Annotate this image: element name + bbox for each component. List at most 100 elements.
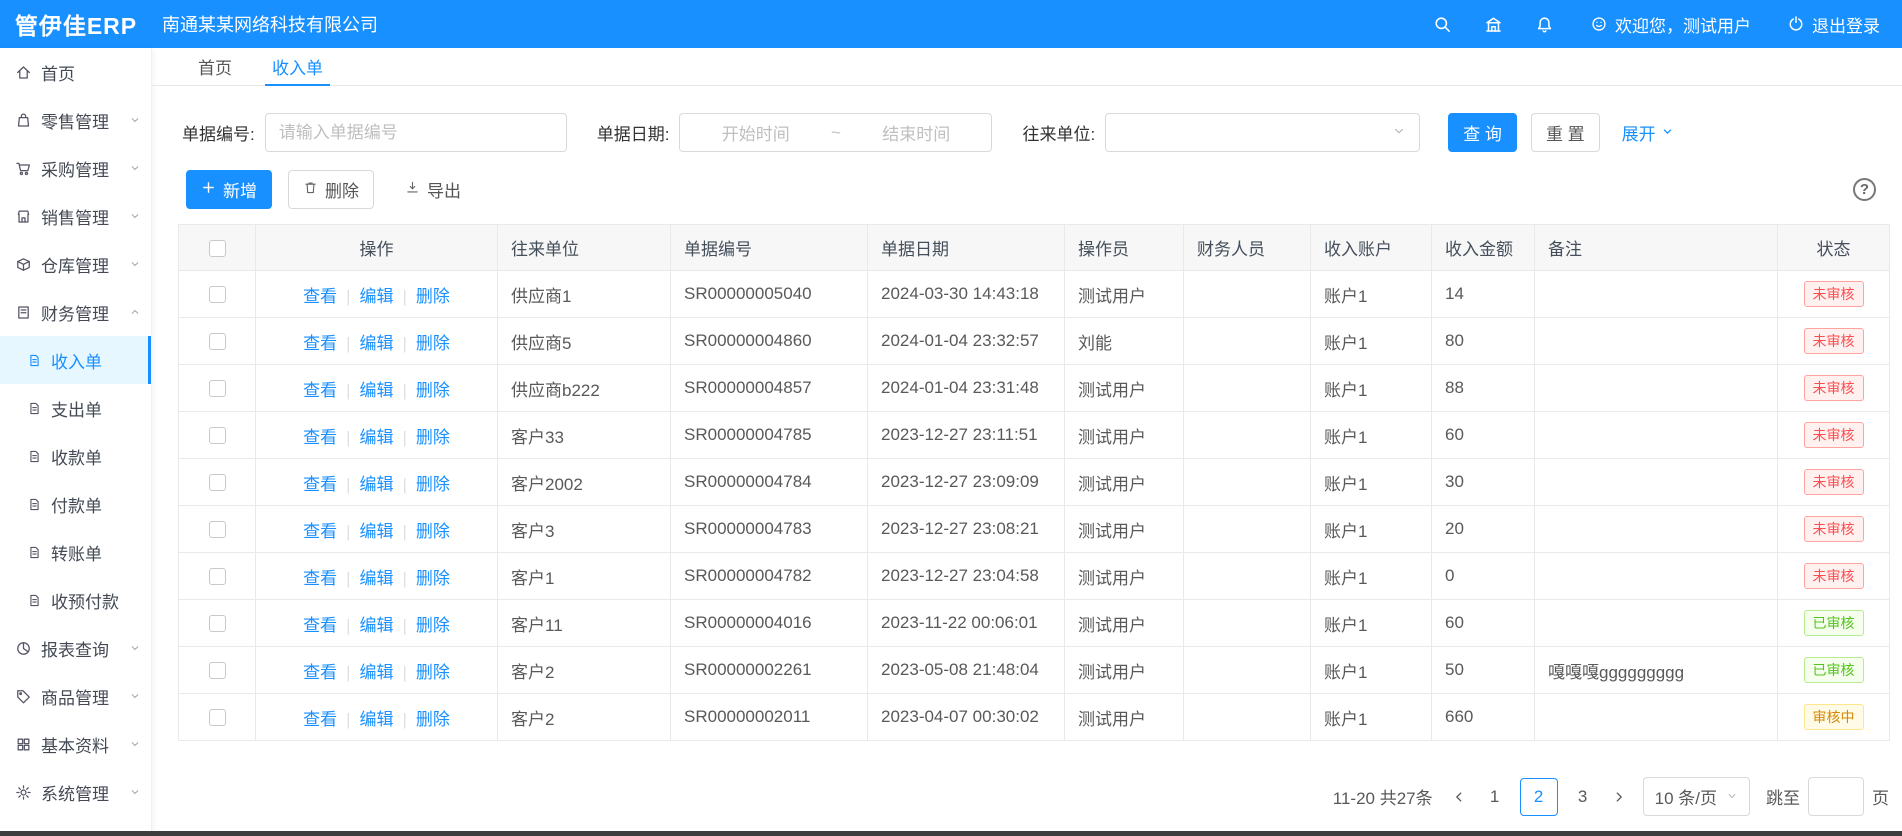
status-badge: 未审核	[1804, 422, 1864, 448]
page-3-button[interactable]: 3	[1564, 778, 1602, 816]
expand-link[interactable]: 展开	[1622, 120, 1674, 145]
view-link[interactable]: 查看	[303, 710, 337, 729]
help-icon[interactable]: ?	[1853, 178, 1876, 201]
row-checkbox[interactable]	[209, 286, 226, 303]
sidebar-item-receipt-bill[interactable]: 收款单	[0, 432, 151, 480]
select-all-checkbox[interactable]	[209, 240, 226, 257]
next-page-button[interactable]	[1605, 778, 1633, 816]
sidebar-item-payment-bill[interactable]: 付款单	[0, 480, 151, 528]
edit-link[interactable]: 编辑	[360, 663, 394, 682]
delete-link[interactable]: 删除	[416, 710, 450, 729]
status-badge: 审核中	[1804, 704, 1864, 730]
bell-icon[interactable]	[1535, 15, 1554, 34]
row-checkbox[interactable]	[209, 568, 226, 585]
tab-income-bill[interactable]: 收入单	[252, 48, 343, 85]
unit-select[interactable]	[1105, 113, 1420, 152]
sidebar-item-expense-bill[interactable]: 支出单	[0, 384, 151, 432]
view-link[interactable]: 查看	[303, 381, 337, 400]
jump-input[interactable]	[1808, 777, 1864, 816]
edit-link[interactable]: 编辑	[360, 522, 394, 541]
edit-link[interactable]: 编辑	[360, 428, 394, 447]
cell-amount: 0	[1432, 553, 1535, 600]
page-size-select[interactable]: 10 条/页	[1643, 777, 1750, 816]
add-button[interactable]: 新增	[186, 170, 272, 209]
delete-link[interactable]: 删除	[416, 663, 450, 682]
row-checkbox[interactable]	[209, 709, 226, 726]
delete-link[interactable]: 删除	[416, 475, 450, 494]
table-row: 查看|编辑|删除 客户2 SR00000002011 2023-04-07 00…	[179, 694, 1890, 741]
row-checkbox[interactable]	[209, 333, 226, 350]
bill-date-range-picker[interactable]: 开始时间 ~ 结束时间	[679, 113, 992, 152]
prev-page-button[interactable]	[1445, 778, 1473, 816]
view-link[interactable]: 查看	[303, 569, 337, 588]
sidebar-item-basic-data[interactable]: 基本资料	[0, 720, 151, 768]
delete-link[interactable]: 删除	[416, 616, 450, 635]
view-link[interactable]: 查看	[303, 663, 337, 682]
row-checkbox[interactable]	[209, 615, 226, 632]
bill-no-label: 单据编号:	[182, 120, 255, 145]
user-menu[interactable]: 欢迎您，测试用户	[1590, 12, 1751, 37]
view-link[interactable]: 查看	[303, 616, 337, 635]
row-checkbox[interactable]	[209, 427, 226, 444]
view-link[interactable]: 查看	[303, 522, 337, 541]
sidebar-item-finance[interactable]: 财务管理	[0, 288, 151, 336]
export-button[interactable]: 导出	[390, 170, 476, 209]
tab-home[interactable]: 首页	[178, 48, 252, 85]
row-checkbox[interactable]	[209, 521, 226, 538]
cell-finance-staff	[1184, 459, 1311, 506]
sidebar-item-sales[interactable]: 销售管理	[0, 192, 151, 240]
delete-link[interactable]: 删除	[416, 381, 450, 400]
view-link[interactable]: 查看	[303, 334, 337, 353]
edit-link[interactable]: 编辑	[360, 475, 394, 494]
view-link[interactable]: 查看	[303, 475, 337, 494]
cell-date: 2024-01-04 23:31:48	[868, 365, 1065, 412]
sidebar-item-home[interactable]: 首页	[0, 48, 151, 96]
search-button[interactable]: 查 询	[1448, 113, 1517, 152]
edit-link[interactable]: 编辑	[360, 287, 394, 306]
search-icon[interactable]	[1433, 15, 1452, 34]
report-icon	[15, 640, 32, 657]
doc-icon	[27, 497, 42, 512]
sidebar-item-purchase[interactable]: 采购管理	[0, 144, 151, 192]
bill-no-input[interactable]	[265, 113, 567, 152]
sidebar-item-retail[interactable]: 零售管理	[0, 96, 151, 144]
edit-link[interactable]: 编辑	[360, 334, 394, 353]
cell-unit: 客户11	[498, 600, 671, 647]
delete-link[interactable]: 删除	[416, 428, 450, 447]
delete-link[interactable]: 删除	[416, 334, 450, 353]
cell-operator: 测试用户	[1065, 600, 1184, 647]
edit-link[interactable]: 编辑	[360, 569, 394, 588]
edit-link[interactable]: 编辑	[360, 616, 394, 635]
view-link[interactable]: 查看	[303, 428, 337, 447]
sidebar-item-report[interactable]: 报表查询	[0, 624, 151, 672]
row-checkbox[interactable]	[209, 380, 226, 397]
delete-link[interactable]: 删除	[416, 569, 450, 588]
sidebar-item-warehouse[interactable]: 仓库管理	[0, 240, 151, 288]
page-2-button[interactable]: 2	[1520, 778, 1558, 816]
pagination-summary: 11-20 共27条	[1333, 784, 1433, 809]
sidebar-item-advance-receipt[interactable]: 收预付款	[0, 576, 151, 624]
logout-button[interactable]: 退出登录	[1787, 12, 1880, 37]
trash-icon	[303, 180, 318, 200]
row-checkbox[interactable]	[209, 474, 226, 491]
table-row: 查看|编辑|删除 客户3 SR00000004783 2023-12-27 23…	[179, 506, 1890, 553]
cell-unit: 供应商5	[498, 318, 671, 365]
edit-link[interactable]: 编辑	[360, 381, 394, 400]
cell-amount: 88	[1432, 365, 1535, 412]
delete-link[interactable]: 删除	[416, 522, 450, 541]
status-badge: 未审核	[1804, 281, 1864, 307]
building-icon[interactable]	[1484, 15, 1503, 34]
page-1-button[interactable]: 1	[1476, 778, 1514, 816]
sidebar-item-transfer-bill[interactable]: 转账单	[0, 528, 151, 576]
col-unit: 往来单位	[498, 225, 671, 271]
cell-remark	[1535, 271, 1778, 318]
sidebar-item-goods[interactable]: 商品管理	[0, 672, 151, 720]
view-link[interactable]: 查看	[303, 287, 337, 306]
sidebar-item-system[interactable]: 系统管理	[0, 768, 151, 816]
delete-link[interactable]: 删除	[416, 287, 450, 306]
reset-button[interactable]: 重 置	[1531, 113, 1600, 152]
delete-button[interactable]: 删除	[288, 170, 374, 209]
sidebar-item-income-bill[interactable]: 收入单	[0, 336, 151, 384]
row-checkbox[interactable]	[209, 662, 226, 679]
edit-link[interactable]: 编辑	[360, 710, 394, 729]
